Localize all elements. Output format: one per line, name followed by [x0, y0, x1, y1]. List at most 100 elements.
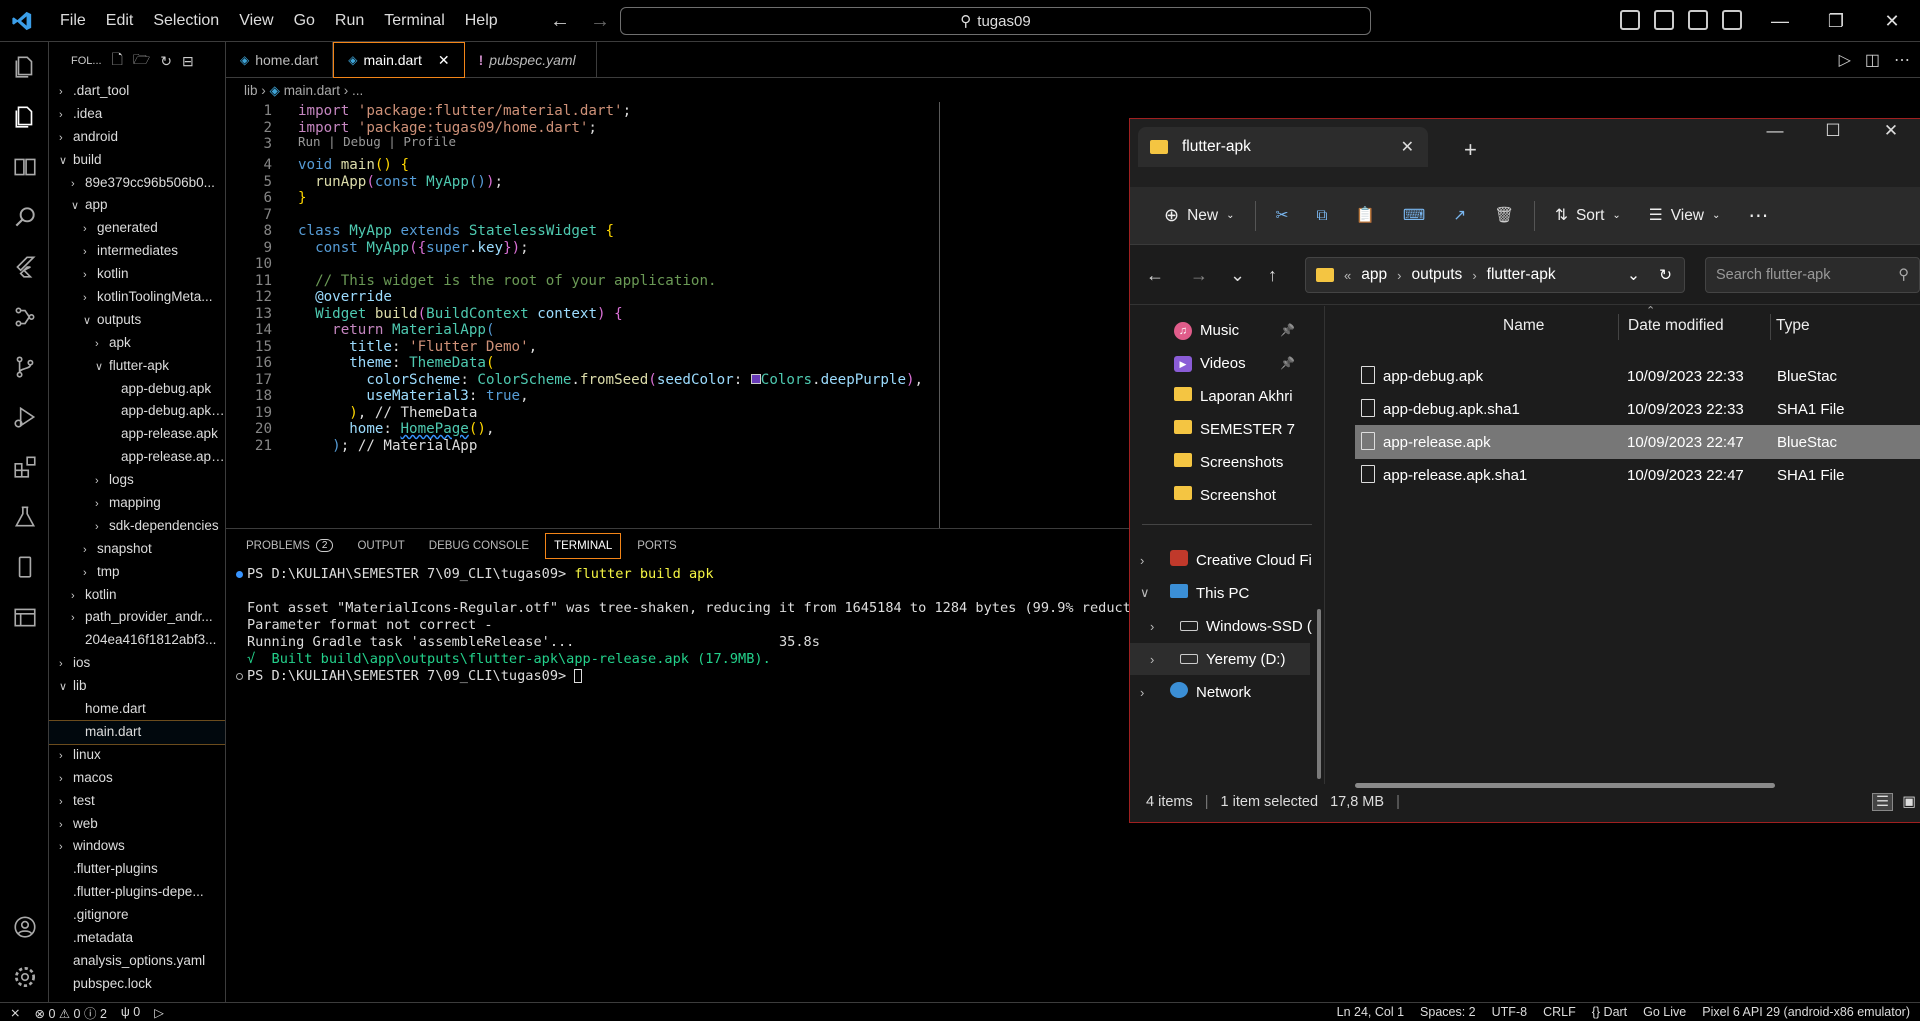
- breadcrumb-folder[interactable]: lib: [244, 83, 258, 98]
- menu-terminal[interactable]: Terminal: [374, 0, 454, 42]
- status-item[interactable]: Ln 24, Col 1: [1337, 1003, 1404, 1021]
- new-folder-icon[interactable]: 🗁: [133, 49, 150, 73]
- tree-item[interactable]: › ios: [49, 652, 225, 675]
- tree-item[interactable]: › android: [49, 126, 225, 149]
- tree-item[interactable]: › mapping: [49, 492, 225, 515]
- toggle-sidebar-icon[interactable]: [1620, 10, 1640, 30]
- nav-item[interactable]: ∨ This PC: [1130, 577, 1310, 609]
- address-crumb[interactable]: flutter-apk: [1487, 266, 1556, 284]
- nav-item[interactable]: Screenshots: [1130, 446, 1310, 478]
- files-icon[interactable]: [0, 92, 49, 142]
- nav-item[interactable]: › Windows-SSD (: [1130, 610, 1312, 642]
- close-icon[interactable]: ✕: [1864, 0, 1920, 42]
- tree-item[interactable]: ∨ build: [49, 149, 225, 172]
- tab-terminal[interactable]: TERMINAL: [545, 532, 622, 559]
- testing-icon[interactable]: [0, 492, 49, 542]
- tiles-view-icon[interactable]: ▣: [1899, 794, 1919, 810]
- status-item[interactable]: Go Live: [1643, 1003, 1686, 1021]
- address-crumb[interactable]: outputs: [1411, 266, 1462, 284]
- refresh-icon[interactable]: ↻: [1659, 266, 1672, 285]
- device-icon[interactable]: [0, 542, 49, 592]
- tree-item[interactable]: app-release.apk...: [49, 446, 225, 469]
- file-row[interactable]: app-debug.apk.sha1 10/09/2023 22:33 SHA1 F…: [1355, 392, 1920, 426]
- toggle-secondary-sidebar-icon[interactable]: [1688, 10, 1708, 30]
- close-tab-icon[interactable]: ✕: [1401, 137, 1414, 157]
- customize-layout-icon[interactable]: [1722, 10, 1742, 30]
- menu-selection[interactable]: Selection: [143, 0, 229, 42]
- column-name[interactable]: Name: [1503, 317, 1544, 335]
- back-arrow-icon[interactable]: ←: [550, 0, 570, 42]
- tree-item[interactable]: .flutter-plugins: [49, 858, 225, 881]
- tree-item[interactable]: › windows: [49, 835, 225, 858]
- breadcrumb-file[interactable]: main.dart: [284, 83, 340, 98]
- tree-item[interactable]: ∨ flutter-apk: [49, 355, 225, 378]
- tree-item[interactable]: main.dart: [49, 719, 225, 745]
- breadcrumb-more[interactable]: ...: [352, 83, 363, 98]
- collapse-all-icon[interactable]: ⊟: [182, 53, 194, 70]
- restore-icon[interactable]: ❐: [1808, 0, 1864, 42]
- copy-button[interactable]: ⧉: [1303, 196, 1342, 236]
- chevron-right-icon[interactable]: ›: [1140, 685, 1144, 700]
- ports-status[interactable]: ψ 0: [121, 1005, 140, 1019]
- toggle-panel-icon[interactable]: [1654, 10, 1674, 30]
- explorer-icon[interactable]: [0, 42, 49, 92]
- tree-item[interactable]: › path_provider_andr...: [49, 606, 225, 629]
- tree-item[interactable]: › test: [49, 790, 225, 813]
- tab-output[interactable]: OUTPUT: [349, 534, 412, 558]
- status-item[interactable]: CRLF: [1543, 1003, 1576, 1021]
- nav-item[interactable]: Laporan Akhri: [1130, 380, 1310, 412]
- menu-run[interactable]: Run: [325, 0, 374, 42]
- tree-item[interactable]: .gitignore: [49, 904, 225, 927]
- nav-scrollbar[interactable]: [1317, 609, 1321, 779]
- nav-item[interactable]: ♫ Music 📌: [1130, 314, 1310, 346]
- tree-item[interactable]: › snapshot: [49, 538, 225, 561]
- chevron-right-icon[interactable]: ›: [1150, 652, 1154, 667]
- more-actions-icon[interactable]: ⋯: [1894, 50, 1910, 70]
- tree-item[interactable]: › generated: [49, 217, 225, 240]
- chevron-right-icon[interactable]: ›: [1140, 553, 1144, 568]
- rename-button[interactable]: ⌨: [1389, 196, 1439, 236]
- tree-item[interactable]: app-debug.apk....: [49, 400, 225, 423]
- sort-button[interactable]: ⇅ Sort ⌄: [1541, 196, 1635, 236]
- tree-item[interactable]: pubspec.lock: [49, 973, 225, 996]
- back-arrow-icon[interactable]: ←: [1146, 265, 1164, 286]
- tree-item[interactable]: › 89e379cc96b506b0...: [49, 172, 225, 195]
- tree-item[interactable]: › .dart_tool: [49, 80, 225, 103]
- tree-item[interactable]: › linux: [49, 744, 225, 767]
- tree-item[interactable]: › kotlin: [49, 263, 225, 286]
- tree-item[interactable]: › tmp: [49, 561, 225, 584]
- up-arrow-icon[interactable]: ↑: [1268, 265, 1277, 286]
- recent-chevron-down-icon[interactable]: ⌄: [1230, 265, 1245, 286]
- new-file-icon[interactable]: 🗋: [112, 49, 123, 73]
- tree-item[interactable]: › .idea: [49, 103, 225, 126]
- nav-item[interactable]: SEMESTER 7: [1130, 413, 1310, 445]
- tree-item[interactable]: .metadata: [49, 927, 225, 950]
- problems-status[interactable]: ⊗ 0 ⚠ 0 ⓘ 2: [34, 1003, 106, 1021]
- more-options-button[interactable]: ⋯: [1734, 196, 1782, 236]
- new-button[interactable]: ⊕ New ⌄: [1150, 196, 1249, 236]
- debug-icon[interactable]: ▷: [154, 1005, 164, 1020]
- run-debug-dropdown-icon[interactable]: ▷: [1839, 50, 1851, 70]
- status-item[interactable]: Spaces: 2: [1420, 1003, 1476, 1021]
- tree-item[interactable]: › kotlinToolingMeta...: [49, 286, 225, 309]
- tree-item[interactable]: › intermediates: [49, 240, 225, 263]
- nav-item[interactable]: Screenshot: [1130, 479, 1310, 511]
- delete-button[interactable]: 🗑: [1480, 196, 1528, 236]
- chevron-down-icon[interactable]: ∨: [1140, 585, 1150, 601]
- forward-arrow-icon[interactable]: →: [1190, 265, 1208, 286]
- chevron-right-icon[interactable]: ›: [1150, 619, 1154, 634]
- view-button[interactable]: ☰ View ⌄: [1635, 196, 1735, 236]
- settings-gear-icon[interactable]: [0, 952, 49, 1002]
- source-control-graph-icon[interactable]: [0, 292, 49, 342]
- tab-pubspec-yaml[interactable]: ! pubspec.yaml: [465, 42, 597, 78]
- tree-item[interactable]: home.dart: [49, 698, 225, 721]
- tree-item[interactable]: › apk: [49, 332, 225, 355]
- close-icon[interactable]: ✕: [1862, 111, 1920, 151]
- tab-problems[interactable]: PROBLEMS 2: [238, 533, 341, 558]
- tree-item[interactable]: › sdk-dependencies: [49, 515, 225, 538]
- column-type[interactable]: Type: [1776, 317, 1810, 335]
- column-date-modified[interactable]: Date modified: [1628, 317, 1724, 335]
- tree-item[interactable]: ∨ lib: [49, 675, 225, 698]
- remote-icon[interactable]: ⨯: [10, 1005, 20, 1020]
- minimize-icon[interactable]: —: [1746, 111, 1804, 151]
